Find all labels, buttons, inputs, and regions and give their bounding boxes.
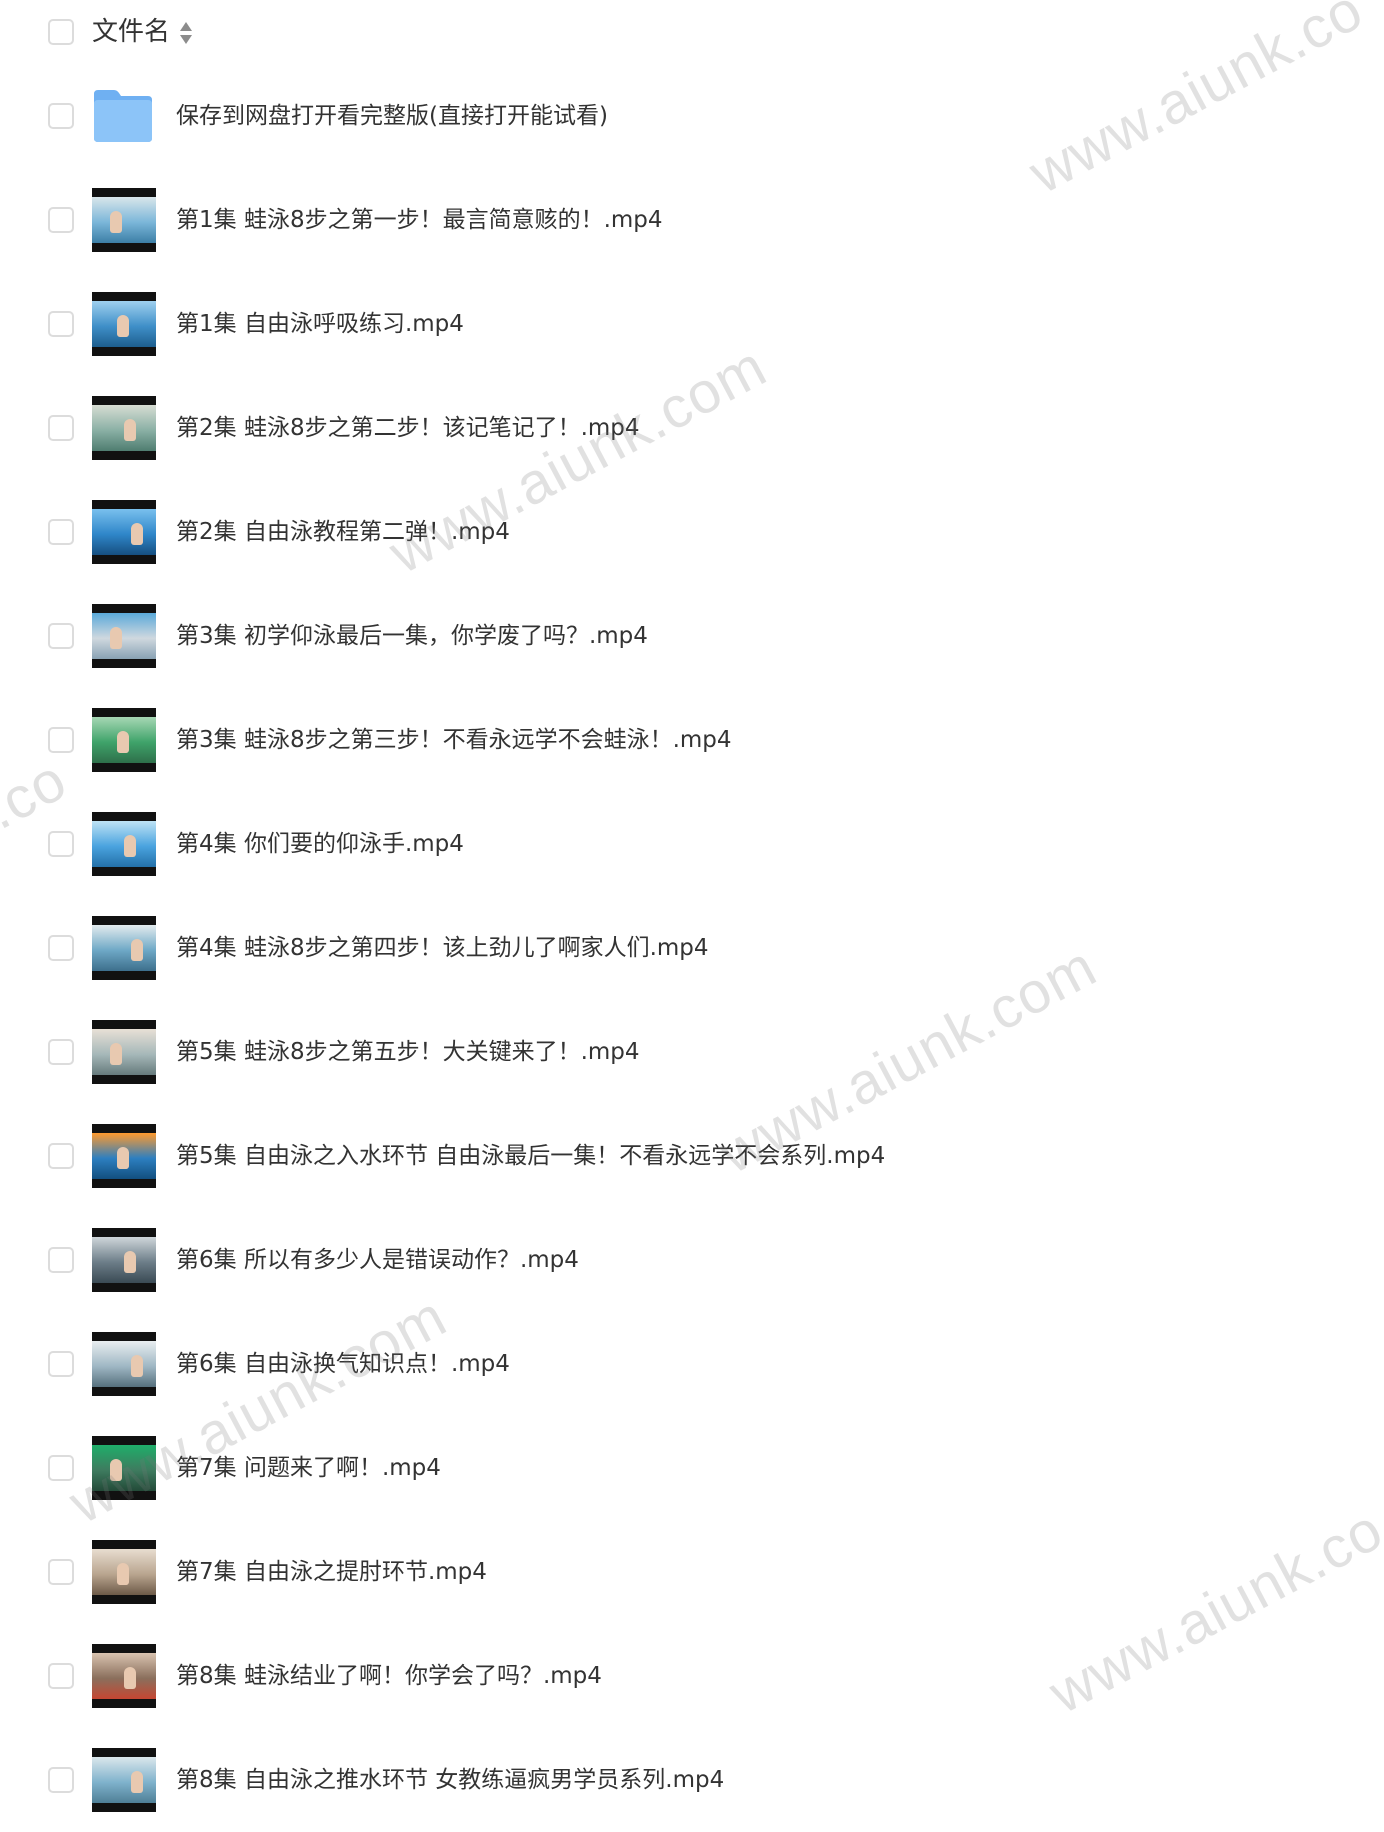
list-header: 文件名 xyxy=(0,0,1384,64)
list-item[interactable]: 第3集 初学仰泳最后一集，你学废了吗？.mp4 xyxy=(0,584,1384,688)
file-name[interactable]: 第8集 蛙泳结业了啊！你学会了吗？.mp4 xyxy=(176,1656,602,1696)
column-header-filename[interactable]: 文件名 xyxy=(92,14,170,50)
folder-name[interactable]: 保存到网盘打开看完整版(直接打开能试看) xyxy=(176,96,608,136)
pool-swimmer-thumbnail xyxy=(92,604,156,668)
row-checkbox[interactable] xyxy=(48,1767,74,1793)
pool-swimmer-thumbnail xyxy=(92,916,156,980)
row-checkbox[interactable] xyxy=(48,103,74,129)
file-name[interactable]: 第6集 自由泳换气知识点！.mp4 xyxy=(176,1344,510,1384)
select-all-checkbox[interactable] xyxy=(48,19,74,45)
row-checkbox[interactable] xyxy=(48,1663,74,1689)
file-name[interactable]: 第5集 蛙泳8步之第五步！大关键来了！.mp4 xyxy=(176,1032,640,1072)
pool-swimmer-thumbnail xyxy=(92,188,156,252)
row-checkbox[interactable] xyxy=(48,727,74,753)
row-checkbox[interactable] xyxy=(48,1143,74,1169)
list-item[interactable]: 第4集 你们要的仰泳手.mp4 xyxy=(0,792,1384,896)
pool-swimmer-thumbnail xyxy=(92,1124,156,1188)
list-item[interactable]: 第8集 蛙泳结业了啊！你学会了吗？.mp4 xyxy=(0,1624,1384,1728)
file-name[interactable]: 第7集 问题来了啊！.mp4 xyxy=(176,1448,441,1488)
row-checkbox[interactable] xyxy=(48,831,74,857)
file-name[interactable]: 第2集 自由泳教程第二弹！.mp4 xyxy=(176,512,510,552)
file-name[interactable]: 第5集 自由泳之入水环节 自由泳最后一集！不看永远学不会系列.mp4 xyxy=(176,1136,885,1176)
file-name[interactable]: 第3集 蛙泳8步之第三步！不看永远学不会蛙泳！.mp4 xyxy=(176,720,732,760)
list-item[interactable]: 第1集 自由泳呼吸练习.mp4 xyxy=(0,272,1384,376)
list-item[interactable]: 第8集 自由泳之推水环节 女教练逼疯男学员系列.mp4 xyxy=(0,1728,1384,1832)
list-item-folder[interactable]: 保存到网盘打开看完整版(直接打开能试看) xyxy=(0,64,1384,168)
pool-swimmer-thumbnail xyxy=(92,812,156,876)
list-item[interactable]: 第5集 自由泳之入水环节 自由泳最后一集！不看永远学不会系列.mp4 xyxy=(0,1104,1384,1208)
pool-swimmer-thumbnail xyxy=(92,1748,156,1812)
file-name[interactable]: 第4集 蛙泳8步之第四步！该上劲儿了啊家人们.mp4 xyxy=(176,928,709,968)
list-item[interactable]: 第2集 自由泳教程第二弹！.mp4 xyxy=(0,480,1384,584)
file-name[interactable]: 第1集 自由泳呼吸练习.mp4 xyxy=(176,304,464,344)
list-item[interactable]: 第1集 蛙泳8步之第一步！最言简意赅的！.mp4 xyxy=(0,168,1384,272)
row-checkbox[interactable] xyxy=(48,1039,74,1065)
list-item[interactable]: 第3集 蛙泳8步之第三步！不看永远学不会蛙泳！.mp4 xyxy=(0,688,1384,792)
row-checkbox[interactable] xyxy=(48,1351,74,1377)
pool-swimmer-thumbnail xyxy=(92,396,156,460)
pool-swimmer-thumbnail xyxy=(92,1020,156,1084)
row-checkbox[interactable] xyxy=(48,519,74,545)
pool-swimmer-thumbnail xyxy=(92,500,156,564)
file-name[interactable]: 第2集 蛙泳8步之第二步！该记笔记了！.mp4 xyxy=(176,408,640,448)
pool-swimmer-thumbnail xyxy=(92,1228,156,1292)
row-checkbox[interactable] xyxy=(48,1455,74,1481)
file-name[interactable]: 第3集 初学仰泳最后一集，你学废了吗？.mp4 xyxy=(176,616,648,656)
row-checkbox[interactable] xyxy=(48,207,74,233)
pool-swimmer-thumbnail xyxy=(92,1644,156,1708)
list-item[interactable]: 第5集 蛙泳8步之第五步！大关键来了！.mp4 xyxy=(0,1000,1384,1104)
file-name[interactable]: 第7集 自由泳之提肘环节.mp4 xyxy=(176,1552,487,1592)
list-item[interactable]: 第6集 自由泳换气知识点！.mp4 xyxy=(0,1312,1384,1416)
sort-updown-icon[interactable] xyxy=(178,20,194,46)
pool-swimmer-thumbnail xyxy=(92,292,156,356)
list-item[interactable]: 第2集 蛙泳8步之第二步！该记笔记了！.mp4 xyxy=(0,376,1384,480)
list-item[interactable]: 第4集 蛙泳8步之第四步！该上劲儿了啊家人们.mp4 xyxy=(0,896,1384,1000)
list-item[interactable]: 第7集 自由泳之提肘环节.mp4 xyxy=(0,1520,1384,1624)
pool-swimmer-thumbnail xyxy=(92,1540,156,1604)
list-item[interactable]: 第7集 问题来了啊！.mp4 xyxy=(0,1416,1384,1520)
row-checkbox[interactable] xyxy=(48,1559,74,1585)
row-checkbox[interactable] xyxy=(48,415,74,441)
list-item[interactable]: 第6集 所以有多少人是错误动作？.mp4 xyxy=(0,1208,1384,1312)
row-checkbox[interactable] xyxy=(48,935,74,961)
pool-swimmer-thumbnail xyxy=(92,1332,156,1396)
row-checkbox[interactable] xyxy=(48,623,74,649)
row-checkbox[interactable] xyxy=(48,1247,74,1273)
file-name[interactable]: 第1集 蛙泳8步之第一步！最言简意赅的！.mp4 xyxy=(176,200,663,240)
folder-icon xyxy=(94,90,152,142)
row-checkbox[interactable] xyxy=(48,311,74,337)
pool-swimmer-thumbnail xyxy=(92,1436,156,1500)
file-name[interactable]: 第4集 你们要的仰泳手.mp4 xyxy=(176,824,464,864)
file-name[interactable]: 第6集 所以有多少人是错误动作？.mp4 xyxy=(176,1240,579,1280)
pool-swimmer-thumbnail xyxy=(92,708,156,772)
file-name[interactable]: 第8集 自由泳之推水环节 女教练逼疯男学员系列.mp4 xyxy=(176,1760,724,1800)
